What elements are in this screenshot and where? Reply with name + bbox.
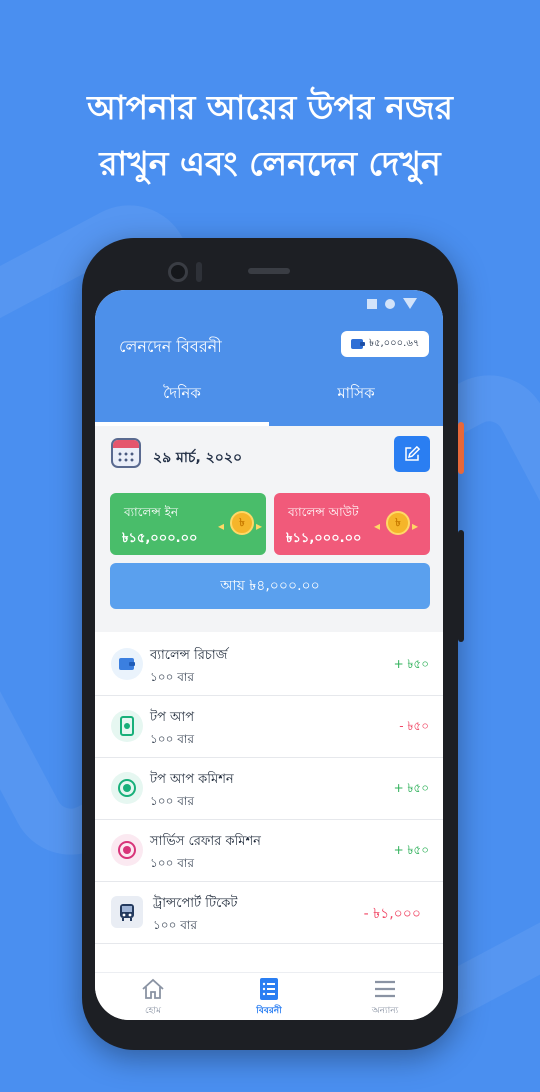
transaction-amount: + ৳৫০ bbox=[393, 781, 429, 795]
home-icon bbox=[142, 978, 164, 999]
selected-date: ২৯ মার্চ, ২০২০ bbox=[153, 450, 243, 466]
transaction-count: ১০০ বার bbox=[150, 732, 194, 746]
arrow-right-icon: ▸ bbox=[412, 519, 419, 533]
transaction-row[interactable]: ব্যালেন্স রিচার্জ ১০০ বার + ৳৫০ bbox=[95, 634, 443, 696]
balance-in-amount: ৳১৫,০০০.০০ bbox=[122, 531, 198, 546]
calendar-icon[interactable] bbox=[111, 438, 141, 468]
transaction-name: ব্যালেন্স রিচার্জ bbox=[150, 648, 228, 663]
balance-out-label: ব্যালেন্স আউট bbox=[288, 505, 359, 519]
transaction-count: ১০০ বার bbox=[153, 918, 197, 932]
speaker-grille bbox=[248, 268, 290, 274]
sensor-icon bbox=[196, 262, 202, 282]
commission-icon bbox=[111, 772, 143, 804]
date-row: ২৯ মার্চ, ২০২০ bbox=[95, 428, 443, 488]
wallet-balance-chip[interactable]: ৳৫,০০০.৬৭ bbox=[341, 331, 429, 357]
status-bar bbox=[367, 298, 417, 309]
coin-icon: ৳ bbox=[386, 511, 410, 535]
recent-apps-icon bbox=[367, 298, 377, 309]
transaction-name: সার্ভিস রেফার কমিশন bbox=[150, 834, 261, 849]
arrow-left-icon: ◂ bbox=[218, 519, 225, 533]
transaction-count: ১০০ বার bbox=[150, 856, 194, 870]
promo-headline: আপনার আয়ের উপর নজর রাখুন এবং লেনদেন দেখ… bbox=[0, 80, 540, 192]
income-summary-button[interactable]: আয় ৳৪,০০০.০০ bbox=[110, 563, 430, 609]
headline-line-1: আপনার আয়ের উপর নজর bbox=[87, 88, 453, 127]
arrow-right-icon: ▸ bbox=[256, 519, 263, 533]
nav-home-label: হোম bbox=[145, 1006, 161, 1016]
transaction-row[interactable]: টপ আপ ১০০ বার - ৳৫০ bbox=[95, 696, 443, 758]
nav-statement[interactable]: বিবরনী bbox=[211, 977, 327, 1018]
transaction-row[interactable]: ট্রান্সপোর্ট টিকেট ১০০ বার - ৳১,০০০ bbox=[95, 882, 443, 944]
edit-icon bbox=[405, 445, 421, 461]
transaction-amount: - ৳৫০ bbox=[399, 719, 429, 733]
balance-out-card[interactable]: ব্যালেন্স আউট ৳১১,০০০.০০ ◂ ৳ ▸ bbox=[274, 493, 430, 555]
balance-out-amount: ৳১১,০০০.০০ bbox=[286, 531, 362, 546]
transaction-amount: + ৳৫০ bbox=[393, 657, 429, 671]
coin-icon: ৳ bbox=[230, 511, 254, 535]
edit-date-button[interactable] bbox=[394, 436, 430, 472]
mobile-topup-icon bbox=[111, 710, 143, 742]
wallet-icon bbox=[111, 648, 143, 680]
wallet-icon bbox=[351, 339, 365, 349]
back-triangle-icon bbox=[403, 298, 417, 309]
arrow-left-icon: ◂ bbox=[374, 519, 381, 533]
statement-icon bbox=[260, 978, 278, 1000]
phone-screen: লেনদেন বিবরনী ৳৫,০০০.৬৭ দৈনিক মাসিক ২৯ ম… bbox=[95, 290, 443, 1020]
phone-side-button bbox=[458, 530, 464, 642]
transaction-row[interactable]: সার্ভিস রেফার কমিশন ১০০ বার + ৳৫০ bbox=[95, 820, 443, 882]
bottom-navigation: হোম বিবরনী অন্যান্য bbox=[95, 972, 443, 1020]
wallet-balance-value: ৳৫,০০০.৬৭ bbox=[369, 337, 420, 349]
transaction-name: টপ আপ bbox=[150, 710, 195, 725]
tab-monthly[interactable]: মাসিক bbox=[269, 382, 443, 407]
balance-in-label: ব্যালেন্স ইন bbox=[124, 505, 179, 519]
phone-side-button bbox=[458, 422, 464, 474]
tab-daily[interactable]: দৈনিক bbox=[95, 382, 269, 407]
camera-icon bbox=[168, 262, 188, 282]
transaction-count: ১০০ বার bbox=[150, 794, 194, 808]
transaction-amount: - ৳১,০০০ bbox=[363, 906, 421, 922]
home-circle-icon bbox=[385, 298, 395, 309]
headline-line-2: রাখুন এবং লেনদেন দেখুন bbox=[99, 144, 441, 183]
nav-home[interactable]: হোম bbox=[95, 977, 211, 1018]
bus-icon bbox=[111, 896, 143, 928]
menu-icon bbox=[375, 980, 395, 998]
app-bar: লেনদেন বিবরনী ৳৫,০০০.৬৭ দৈনিক মাসিক bbox=[95, 290, 443, 426]
nav-others[interactable]: অন্যান্য bbox=[327, 977, 443, 1018]
nav-statement-label: বিবরনী bbox=[256, 1006, 282, 1016]
nav-others-label: অন্যান্য bbox=[371, 1006, 399, 1016]
transaction-count: ১০০ বার bbox=[150, 670, 194, 684]
transaction-name: ট্রান্সপোর্ট টিকেট bbox=[153, 896, 238, 911]
transaction-row[interactable]: টপ আপ কমিশন ১০০ বার + ৳৫০ bbox=[95, 758, 443, 820]
balance-in-card[interactable]: ব্যালেন্স ইন ৳১৫,০০০.০০ ◂ ৳ ▸ bbox=[110, 493, 266, 555]
refer-commission-icon bbox=[111, 834, 143, 866]
transaction-amount: + ৳৫০ bbox=[393, 843, 429, 857]
page-title: লেনদেন বিবরনী bbox=[119, 337, 222, 356]
transaction-name: টপ আপ কমিশন bbox=[150, 772, 234, 787]
